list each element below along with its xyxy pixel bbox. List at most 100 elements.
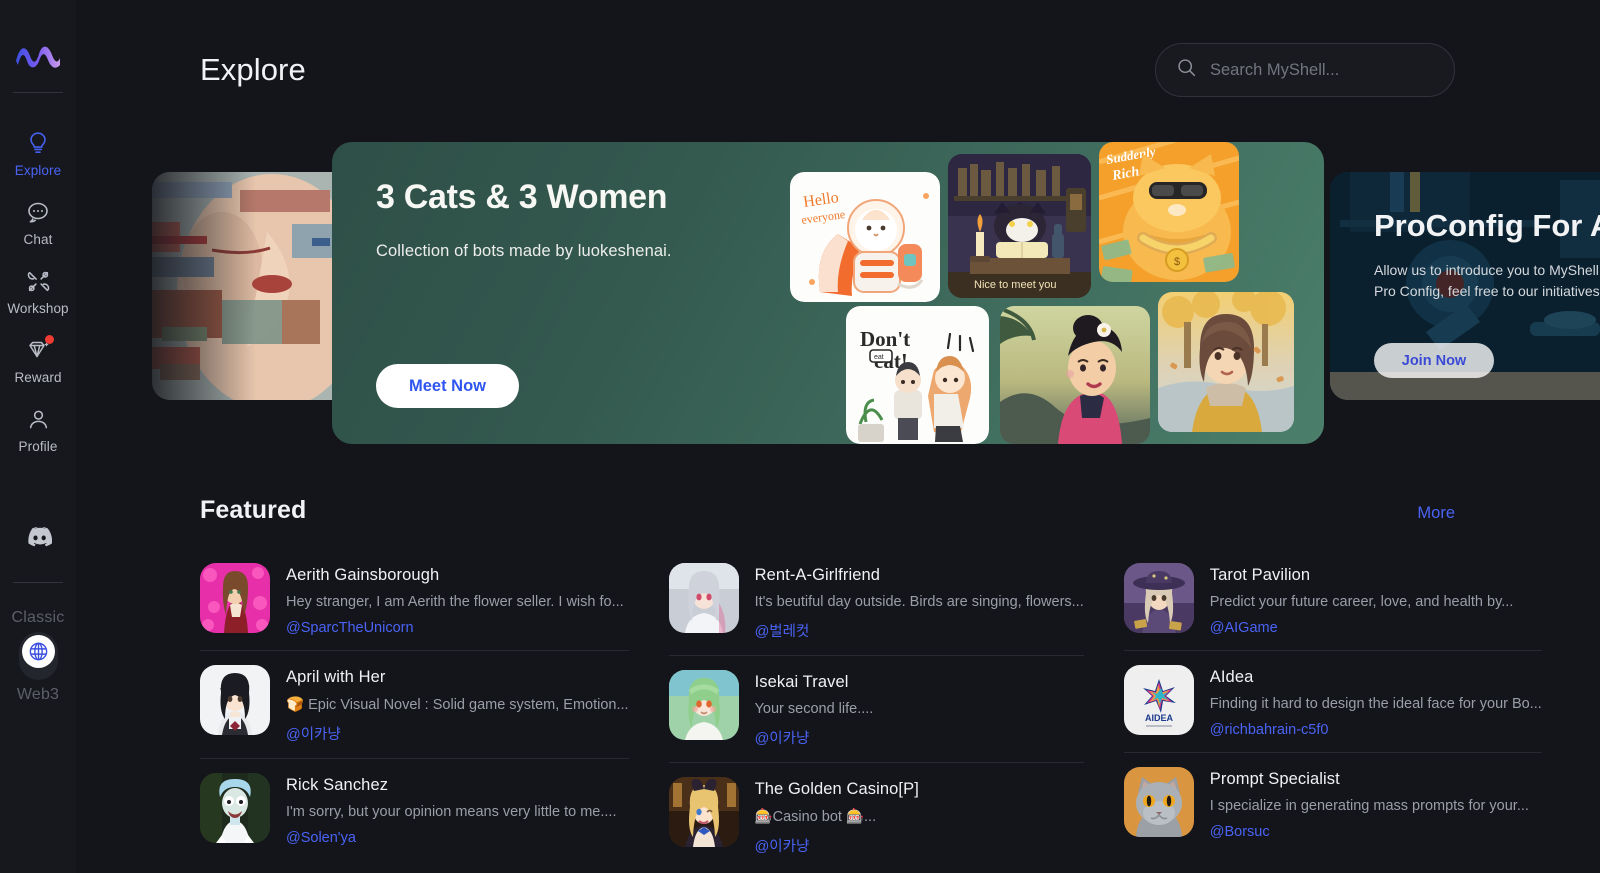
sidebar-divider-top (13, 92, 63, 93)
rick-avatar (200, 773, 270, 843)
main-content: Explore Search MyShell... ProConfig For … (76, 0, 1600, 873)
tarot-avatar (1123, 563, 1194, 633)
sidebar-item-profile[interactable]: Profile (0, 395, 76, 464)
globe-icon (21, 635, 55, 668)
bot-author[interactable]: @AIGame (1210, 620, 1542, 636)
bot-card[interactable]: The Golden Casino[P] 🎰Casino bot 🎰... @이… (668, 762, 1084, 870)
bot-card[interactable]: Isekai Travel Your second life.... @이카냥 (668, 655, 1084, 762)
meet-now-button[interactable]: Meet Now (376, 364, 519, 408)
sidebar: Explore Chat Workshop Reward Profile Cla… (0, 0, 76, 873)
bot-name: The Golden Casino[P] (754, 780, 919, 798)
bot-card[interactable]: Rent-A-Girlfriend It's beutiful day outs… (668, 549, 1084, 655)
featured-more-link[interactable]: More (1417, 504, 1455, 523)
bot-description: Finding it hard to design the ideal face… (1209, 696, 1542, 712)
mulan-woman-sticker (1000, 306, 1150, 444)
astronaut-cat-sticker: Hello everyone (790, 172, 940, 302)
page-title: Explore (200, 52, 306, 87)
reward-badge-dot (45, 335, 54, 344)
next-slide-description: Allow us to introduce you to MyShell cre… (1374, 262, 1600, 299)
bot-description: It's beutiful day outside. Birds are sin… (754, 594, 1084, 610)
bot-description: Predict your future career, love, and he… (1209, 594, 1514, 610)
bot-name: Tarot Pavilion (1209, 566, 1311, 584)
sidebar-nav: Explore Chat Workshop Reward Profile (0, 119, 76, 464)
sidebar-item-label: Profile (18, 439, 58, 454)
witch-cat-sticker: Nice to meet you (948, 154, 1091, 298)
featured-column: Aerith Gainsborough Hey stranger, I am A… (200, 549, 629, 870)
svg-text:eat: eat (874, 354, 884, 361)
dont-eat-sticker: Don't eat! (846, 306, 989, 444)
hero-carousel: ProConfig For A Allow us to introduce yo… (76, 142, 1600, 452)
sidebar-item-chat[interactable]: Chat (0, 188, 76, 257)
search-box[interactable] (1155, 43, 1455, 97)
mode-toggle-classic-label[interactable]: Classic (12, 609, 65, 627)
bot-name: AIdea (1209, 668, 1254, 686)
sidebar-item-workshop[interactable]: Workshop (0, 257, 76, 326)
aerith-avatar (200, 563, 270, 633)
bot-author[interactable]: @Solen'ya (286, 830, 629, 846)
hero-subtitle: Collection of bots made by luokeshenai. (376, 242, 672, 260)
golden-casino-avatar (668, 777, 739, 847)
carousel-slide-next[interactable]: ProConfig For A Allow us to introduce yo… (1330, 172, 1600, 400)
bot-author[interactable]: @벌레컷 (755, 620, 1084, 641)
bot-author[interactable]: @이카냥 (286, 723, 629, 744)
search-icon (1176, 57, 1197, 83)
top-bar: Explore (76, 0, 1600, 140)
svg-text:Don't: Don't (860, 327, 910, 351)
featured-header: Featured More (200, 496, 1455, 525)
bot-author[interactable]: @Borsuc (1210, 824, 1542, 840)
svg-text:AIDEA: AIDEA (1145, 713, 1174, 723)
bot-name: April with Her (286, 668, 386, 686)
bot-card[interactable]: Aerith Gainsborough Hey stranger, I am A… (200, 549, 629, 650)
mode-toggle-web3-label[interactable]: Web3 (17, 686, 59, 704)
bot-author[interactable]: @richbahrain-c5f0 (1210, 722, 1542, 738)
hero-title: 3 Cats & 3 Women (376, 178, 668, 216)
hero-sticker-collage: Hello everyone Nice to meet you Suddenly… (774, 142, 1314, 444)
next-slide-title: ProConfig For A (1374, 208, 1600, 243)
user-icon (25, 406, 51, 432)
tools-icon (25, 268, 51, 294)
mode-toggle[interactable] (18, 632, 58, 680)
bot-description: I specialize in generating mass prompts … (1209, 798, 1529, 814)
app-root: Explore Chat Workshop Reward Profile Cla… (0, 0, 1600, 873)
prompt-specialist-avatar (1123, 767, 1194, 837)
bot-description: 🍞 Epic Visual Novel : Solid game system,… (286, 697, 629, 713)
bot-card[interactable]: Tarot Pavilion Predict your future caree… (1123, 549, 1542, 650)
carousel-slide-active[interactable]: 3 Cats & 3 Women Collection of bots made… (332, 142, 1324, 444)
svg-text:$: $ (1174, 256, 1180, 268)
lightbulb-icon (25, 130, 51, 156)
bot-card[interactable]: April with Her 🍞 Epic Visual Novel : Sol… (200, 650, 629, 758)
myshell-logo[interactable] (15, 34, 61, 78)
sidebar-item-label: Chat (23, 232, 53, 247)
sidebar-item-label: Reward (14, 370, 62, 385)
aidea-avatar: AIDEA (1123, 665, 1194, 735)
sidebar-item-label: Explore (14, 163, 62, 178)
bot-name: Aerith Gainsborough (286, 566, 440, 584)
april-avatar (200, 665, 270, 735)
search-input[interactable] (1210, 60, 1434, 80)
bot-name: Rick Sanchez (286, 776, 389, 794)
bot-name: Prompt Specialist (1209, 770, 1340, 788)
bot-author[interactable]: @SparcTheUnicorn (286, 620, 629, 636)
bot-description: Hey stranger, I am Aerith the flower sel… (286, 594, 624, 610)
chat-bubble-icon (25, 199, 51, 225)
featured-column: Rent-A-Girlfriend It's beutiful day outs… (668, 549, 1084, 870)
featured-title: Featured (200, 496, 307, 524)
bot-description: 🎰Casino bot 🎰... (754, 809, 877, 825)
discord-icon[interactable] (25, 526, 52, 552)
sidebar-item-reward[interactable]: Reward (0, 326, 76, 395)
join-now-button[interactable]: Join Now (1374, 343, 1494, 378)
sidebar-item-explore[interactable]: Explore (0, 119, 76, 188)
bot-description: I'm sorry, but your opinion means very l… (286, 804, 617, 820)
rich-cat-sticker: Suddenly Rich! $ (1099, 142, 1239, 282)
bot-name: Isekai Travel (754, 673, 849, 691)
bot-card[interactable]: AIDEA AIdea Finding it hard to design th… (1123, 650, 1542, 752)
sidebar-divider-bottom (13, 582, 63, 583)
bot-card[interactable]: Prompt Specialist I specialize in genera… (1123, 752, 1542, 854)
bot-name: Rent-A-Girlfriend (754, 566, 881, 584)
svg-text:Nice to meet you: Nice to meet you (974, 279, 1057, 291)
bot-author[interactable]: @이카냥 (755, 835, 1084, 856)
bot-card[interactable]: Rick Sanchez I'm sorry, but your opinion… (200, 758, 629, 860)
bot-author[interactable]: @이카냥 (755, 727, 1084, 748)
bot-description: Your second life.... (754, 701, 874, 717)
diamond-icon (25, 335, 54, 363)
